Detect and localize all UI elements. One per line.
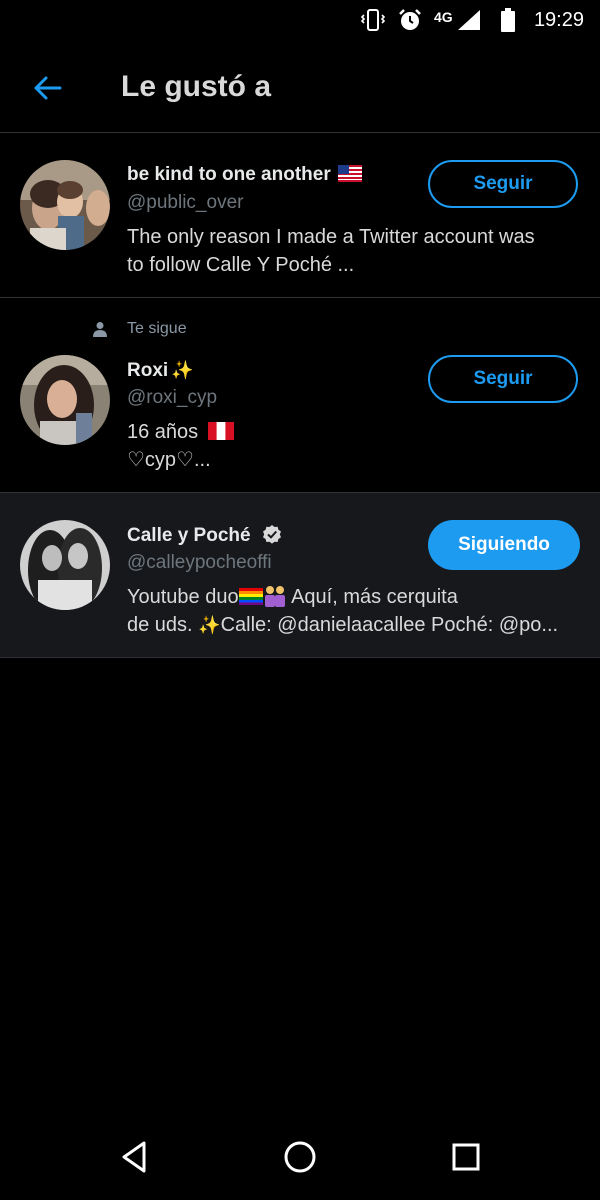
user-row[interactable]: be kind to one another @public_over The … bbox=[0, 133, 600, 298]
us-flag-icon bbox=[338, 165, 363, 182]
user-name-text: Roxi bbox=[127, 360, 169, 381]
follow-button[interactable]: Seguir bbox=[428, 160, 578, 208]
user-handle: @calleypocheoffi bbox=[127, 552, 272, 573]
verified-badge-icon bbox=[262, 525, 281, 544]
user-handle: @public_over bbox=[127, 192, 244, 213]
user-bio: Youtube duo Aquí, más cerquita de uds. ✨… bbox=[127, 583, 577, 639]
status-time: 19:29 bbox=[533, 9, 584, 31]
peru-flag-icon bbox=[207, 422, 234, 440]
user-bio: 16 años ♡cyp♡... bbox=[127, 418, 577, 474]
arrow-left-icon bbox=[34, 76, 62, 100]
status-bar: 4G 19:29 bbox=[0, 0, 600, 40]
sparkles-icon: ✨ bbox=[198, 615, 221, 635]
bio-text: 16 años bbox=[127, 421, 199, 443]
network-type: 4G bbox=[434, 9, 453, 25]
follow-button[interactable]: Seguir bbox=[428, 355, 578, 403]
user-bio: The only reason I made a Twitter account… bbox=[127, 223, 577, 279]
user-row[interactable]: Calle y Poché @calleypocheoffi Youtube d… bbox=[0, 493, 600, 658]
two-women-icon bbox=[264, 586, 285, 607]
bio-text: Aquí, más cerquita bbox=[286, 586, 458, 608]
bio-line: to follow Calle Y Poché ... bbox=[127, 254, 355, 276]
following-button[interactable]: Siguiendo bbox=[428, 520, 580, 570]
follows-you-indicator: Te sigue bbox=[92, 320, 187, 338]
system-nav-bar bbox=[0, 1110, 600, 1200]
vibrate-icon bbox=[360, 8, 386, 37]
user-row[interactable]: Te sigue Roxi ✨ @roxi_cyp 16 años ♡cyp♡.… bbox=[0, 298, 600, 493]
rainbow-flag-icon bbox=[238, 588, 263, 605]
nav-recents-button[interactable] bbox=[444, 1135, 488, 1179]
bio-text: Youtube duo bbox=[127, 586, 239, 608]
home-circle-icon bbox=[284, 1141, 316, 1173]
user-handle: @roxi_cyp bbox=[127, 387, 218, 408]
follows-you-label: Te sigue bbox=[127, 320, 187, 337]
person-icon bbox=[93, 322, 107, 337]
bio-line: The only reason I made a Twitter account… bbox=[127, 226, 535, 248]
screen: 4G 19:29 Le gustó a be kind to one anoth… bbox=[0, 0, 600, 1200]
nav-home-button[interactable] bbox=[278, 1135, 322, 1179]
avatar[interactable] bbox=[20, 160, 110, 250]
user-name-text: Calle y Poché bbox=[127, 525, 251, 546]
recents-square-icon bbox=[452, 1143, 480, 1171]
nav-back-button[interactable] bbox=[112, 1135, 156, 1179]
avatar[interactable] bbox=[20, 355, 110, 445]
page-title: Le gustó a bbox=[121, 70, 272, 103]
user-name[interactable]: Calle y Poché bbox=[127, 524, 282, 547]
bio-text: de uds. bbox=[127, 614, 199, 636]
user-name[interactable]: be kind to one another bbox=[127, 164, 363, 186]
signal-icon bbox=[458, 10, 480, 35]
bio-text: Calle: @danielaacallee Poché: @po... bbox=[220, 614, 559, 636]
avatar[interactable] bbox=[20, 520, 110, 610]
bio-line: de uds. ✨Calle: @danielaacallee Poché: @… bbox=[127, 611, 577, 639]
bio-line: 16 años bbox=[127, 418, 577, 446]
app-header: Le gustó a bbox=[0, 48, 600, 133]
user-name[interactable]: Roxi ✨ bbox=[127, 360, 194, 382]
back-button[interactable] bbox=[24, 68, 70, 108]
bio-line: ♡cyp♡... bbox=[127, 449, 211, 471]
user-name-text: be kind to one another bbox=[127, 164, 331, 185]
alarm-icon bbox=[397, 8, 423, 37]
bio-line: Youtube duo Aquí, más cerquita bbox=[127, 583, 577, 611]
sparkles-icon: ✨ bbox=[171, 360, 194, 380]
battery-icon bbox=[500, 8, 516, 37]
back-triangle-icon bbox=[122, 1141, 146, 1173]
